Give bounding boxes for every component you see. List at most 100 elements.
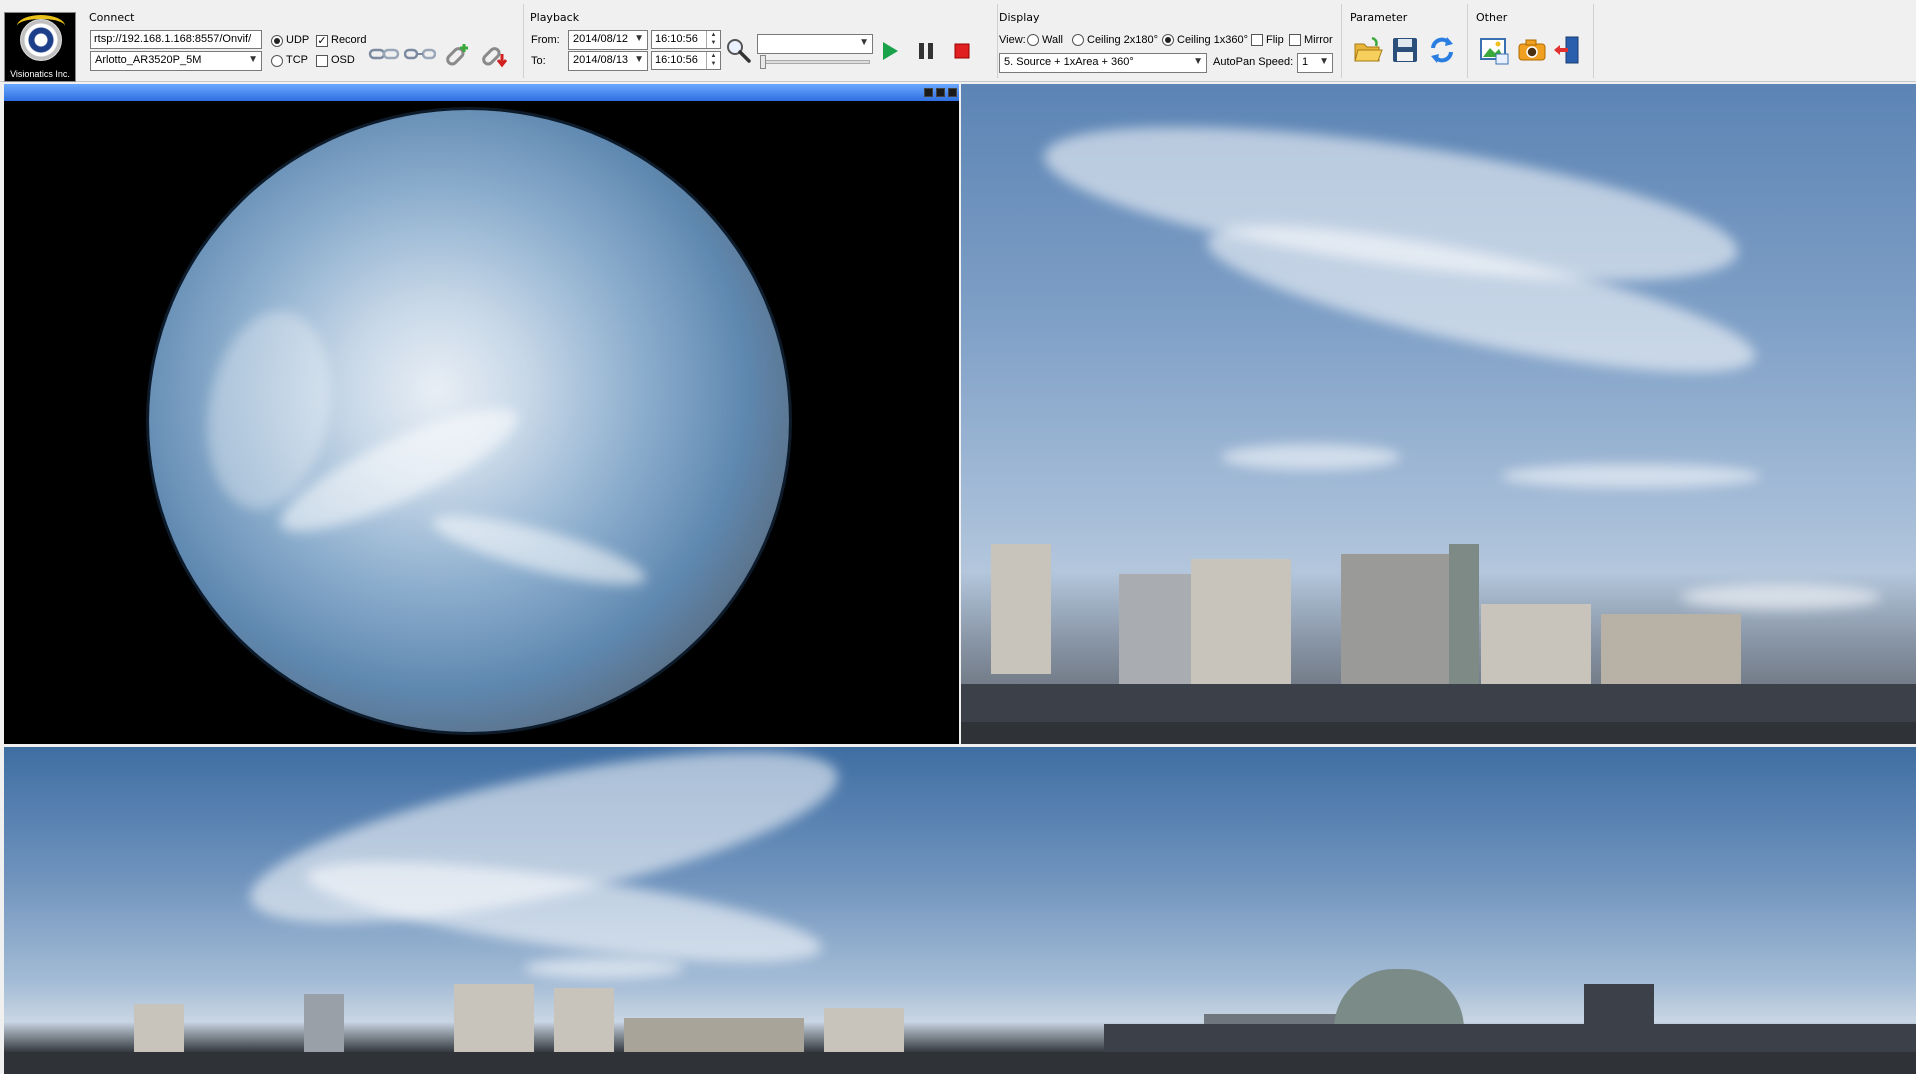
autopan-speed-label: AutoPan Speed: <box>1213 56 1294 68</box>
image-export-icon[interactable] <box>1478 34 1510 66</box>
from-time-spinner[interactable]: 16:10:56 ▲ ▼ <box>651 30 721 49</box>
eye-logo-icon <box>20 19 62 61</box>
building-shape <box>1191 559 1291 684</box>
chevron-down-icon: ▼ <box>634 33 644 44</box>
to-time-spinner[interactable]: 16:10:56 ▲ ▼ <box>651 51 721 70</box>
waterfront-shape <box>961 684 1916 724</box>
record-checkbox[interactable]: ✓ <box>316 35 328 47</box>
cloud-shape <box>1221 444 1401 470</box>
display-mode-value: 5. Source + 1xArea + 360° <box>1004 56 1134 68</box>
building-shape <box>991 544 1051 674</box>
udp-radio[interactable] <box>271 35 283 47</box>
chain-link-icon[interactable] <box>368 38 400 70</box>
osd-label: OSD <box>331 54 355 66</box>
playback-file-select[interactable]: ▼ <box>757 34 873 54</box>
folder-open-icon[interactable] <box>1352 34 1384 66</box>
fisheye-view-titlebar <box>4 84 959 101</box>
from-label: From: <box>531 34 560 46</box>
link-remove-icon[interactable] <box>478 38 510 70</box>
chevron-down-icon: ▼ <box>634 54 644 65</box>
magnifier-icon[interactable] <box>724 36 752 64</box>
display-mode-select[interactable]: 5. Source + 1xArea + 360° ▼ <box>999 53 1207 73</box>
flip-checkbox[interactable] <box>1251 34 1263 46</box>
playback-position-slider[interactable] <box>760 60 870 64</box>
toolbar: Visionatics Inc. Connect rtsp://192.168.… <box>0 0 1916 82</box>
view-ceiling-1x360-radio[interactable] <box>1162 34 1174 46</box>
building-shape <box>1481 604 1591 684</box>
chevron-down-icon: ▼ <box>1193 56 1203 67</box>
connect-title: Connect <box>89 11 135 24</box>
building-shape <box>624 1018 804 1054</box>
building-shape <box>1341 554 1451 684</box>
fisheye-source-view[interactable] <box>4 84 959 744</box>
cloud-shape <box>524 957 684 979</box>
floppy-save-icon[interactable] <box>1389 34 1421 66</box>
playback-title: Playback <box>530 11 580 24</box>
autopan-speed-select[interactable]: 1 ▼ <box>1297 53 1333 73</box>
chain-unlink-icon[interactable] <box>404 38 436 70</box>
layout-square-icon[interactable] <box>924 88 933 97</box>
cloud-shape <box>1681 584 1881 610</box>
link-add-icon[interactable] <box>442 38 474 70</box>
panorama-360-view[interactable] <box>4 747 1916 1074</box>
record-label: Record <box>331 34 367 46</box>
view-ceiling-1x360-label: Ceiling 1x360° <box>1177 34 1249 46</box>
building-shape <box>554 988 614 1054</box>
refresh-icon[interactable] <box>1426 34 1458 66</box>
parameter-title: Parameter <box>1350 11 1408 24</box>
other-group: Other <box>1468 4 1594 78</box>
from-date-picker[interactable]: 2014/08/12 ▼ <box>568 30 648 50</box>
camera-model-select[interactable]: Arlotto_AR3520P_5M ▼ <box>90 51 262 71</box>
view-label: View: <box>999 34 1026 46</box>
osd-checkbox[interactable] <box>316 55 328 67</box>
autopan-speed-value: 1 <box>1302 56 1309 68</box>
play-icon[interactable] <box>879 40 901 62</box>
exit-door-icon[interactable] <box>1552 34 1584 66</box>
chevron-down-icon: ▼ <box>859 37 869 48</box>
to-label: To: <box>531 55 546 67</box>
view-ceiling-2x180-label: Ceiling 2x180° <box>1087 34 1159 46</box>
harbour-water <box>961 722 1916 744</box>
visionatics-logo: Visionatics Inc. <box>4 12 76 82</box>
udp-label: UDP <box>286 34 310 46</box>
tcp-label: TCP <box>286 54 308 66</box>
other-title: Other <box>1476 11 1508 24</box>
pause-icon[interactable] <box>915 40 937 62</box>
chevron-down-icon: ▼ <box>248 54 258 65</box>
to-date-picker[interactable]: 2014/08/13 ▼ <box>568 51 648 71</box>
to-time-value: 16:10:56 <box>655 54 698 66</box>
camera-icon[interactable] <box>1516 34 1548 66</box>
building-shape <box>824 1008 904 1054</box>
cloud-shape <box>1501 464 1761 488</box>
stop-icon[interactable] <box>951 40 973 62</box>
layout-square-icon[interactable] <box>948 88 957 97</box>
layout-square-icon[interactable] <box>936 88 945 97</box>
harbour-water <box>4 1052 1916 1074</box>
flip-label: Flip <box>1266 34 1284 46</box>
view-wall-radio[interactable] <box>1027 34 1039 46</box>
building-shape <box>134 1004 184 1054</box>
building-shape <box>454 984 534 1054</box>
waterfront-shape <box>1104 1024 1916 1054</box>
spin-updown-icon[interactable]: ▲ ▼ <box>706 52 720 69</box>
chevron-down-icon: ▼ <box>1319 56 1329 67</box>
playback-group: Playback From: To: 2014/08/12 ▼ 16:10:56… <box>524 4 998 78</box>
playback-slider-thumb[interactable] <box>760 55 766 69</box>
camera-model-value: Arlotto_AR3520P_5M <box>95 54 202 66</box>
tcp-radio[interactable] <box>271 55 283 67</box>
from-time-value: 16:10:56 <box>655 33 698 45</box>
area-dewarped-view[interactable] <box>961 84 1916 744</box>
view-ceiling-2x180-radio[interactable] <box>1072 34 1084 46</box>
brand-name: Visionatics Inc. <box>10 69 70 79</box>
to-date-value: 2014/08/13 <box>573 54 629 66</box>
cloud-shape <box>427 502 651 598</box>
mirror-checkbox[interactable] <box>1289 34 1301 46</box>
app-window: Visionatics Inc. Connect rtsp://192.168.… <box>0 0 1916 1074</box>
display-title: Display <box>999 11 1040 24</box>
mirror-label: Mirror <box>1304 34 1333 46</box>
display-group: Display View: Wall Ceiling 2x180° Ceilin… <box>998 4 1342 78</box>
from-date-value: 2014/08/12 <box>573 33 629 45</box>
rtsp-url-input[interactable]: rtsp://192.168.1.168:8557/Onvif/ <box>90 30 262 49</box>
spin-updown-icon[interactable]: ▲ ▼ <box>706 31 720 48</box>
building-shape <box>1601 614 1741 684</box>
